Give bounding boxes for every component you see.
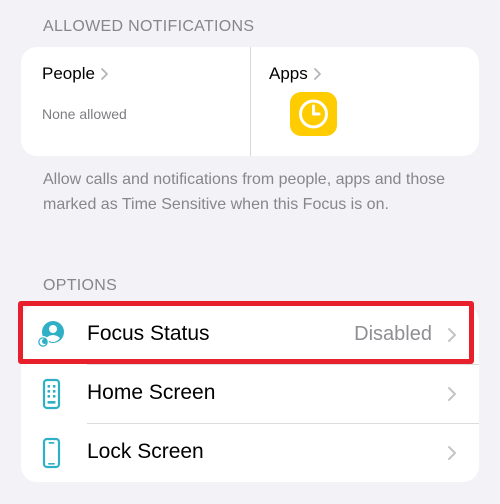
options-header: OPTIONS [43,277,118,294]
lock-screen-label: Lock Screen [87,440,204,463]
people-title: People [42,64,95,83]
focus-status-value: Disabled [354,323,432,345]
people-subtitle: None allowed [42,106,127,122]
focus-status-icon [37,321,64,348]
people-title-wrap: People [42,64,109,84]
chevron-right-icon [101,68,108,80]
chevron-right-icon [448,446,456,460]
options-card: Focus Status Disabled Home Screen Lock S… [21,305,479,482]
home-screen-icon [42,378,61,410]
chevron-right-icon [313,68,321,80]
focus-status-label: Focus Status [87,322,210,345]
chevron-right-icon [448,328,456,342]
lock-screen-icon [42,437,61,469]
home-screen-label: Home Screen [87,381,216,404]
apps-title-wrap: Apps [269,64,322,84]
clock-app-icon [290,92,337,136]
allowed-notifications-card: People None allowed Apps [21,47,479,156]
apps-title: Apps [269,64,308,83]
allowed-notifications-footnote: Allow calls and notifications from peopl… [43,171,446,213]
chevron-right-icon [448,387,456,401]
people-section[interactable]: People None allowed [21,47,250,156]
allowed-notifications-header: ALLOWED NOTIFICATIONS [43,18,255,35]
focus-status-row[interactable]: Focus Status Disabled [21,305,479,364]
apps-section[interactable]: Apps [251,47,479,156]
lock-screen-row[interactable]: Lock Screen [21,423,479,482]
home-screen-row[interactable]: Home Screen [21,364,479,423]
